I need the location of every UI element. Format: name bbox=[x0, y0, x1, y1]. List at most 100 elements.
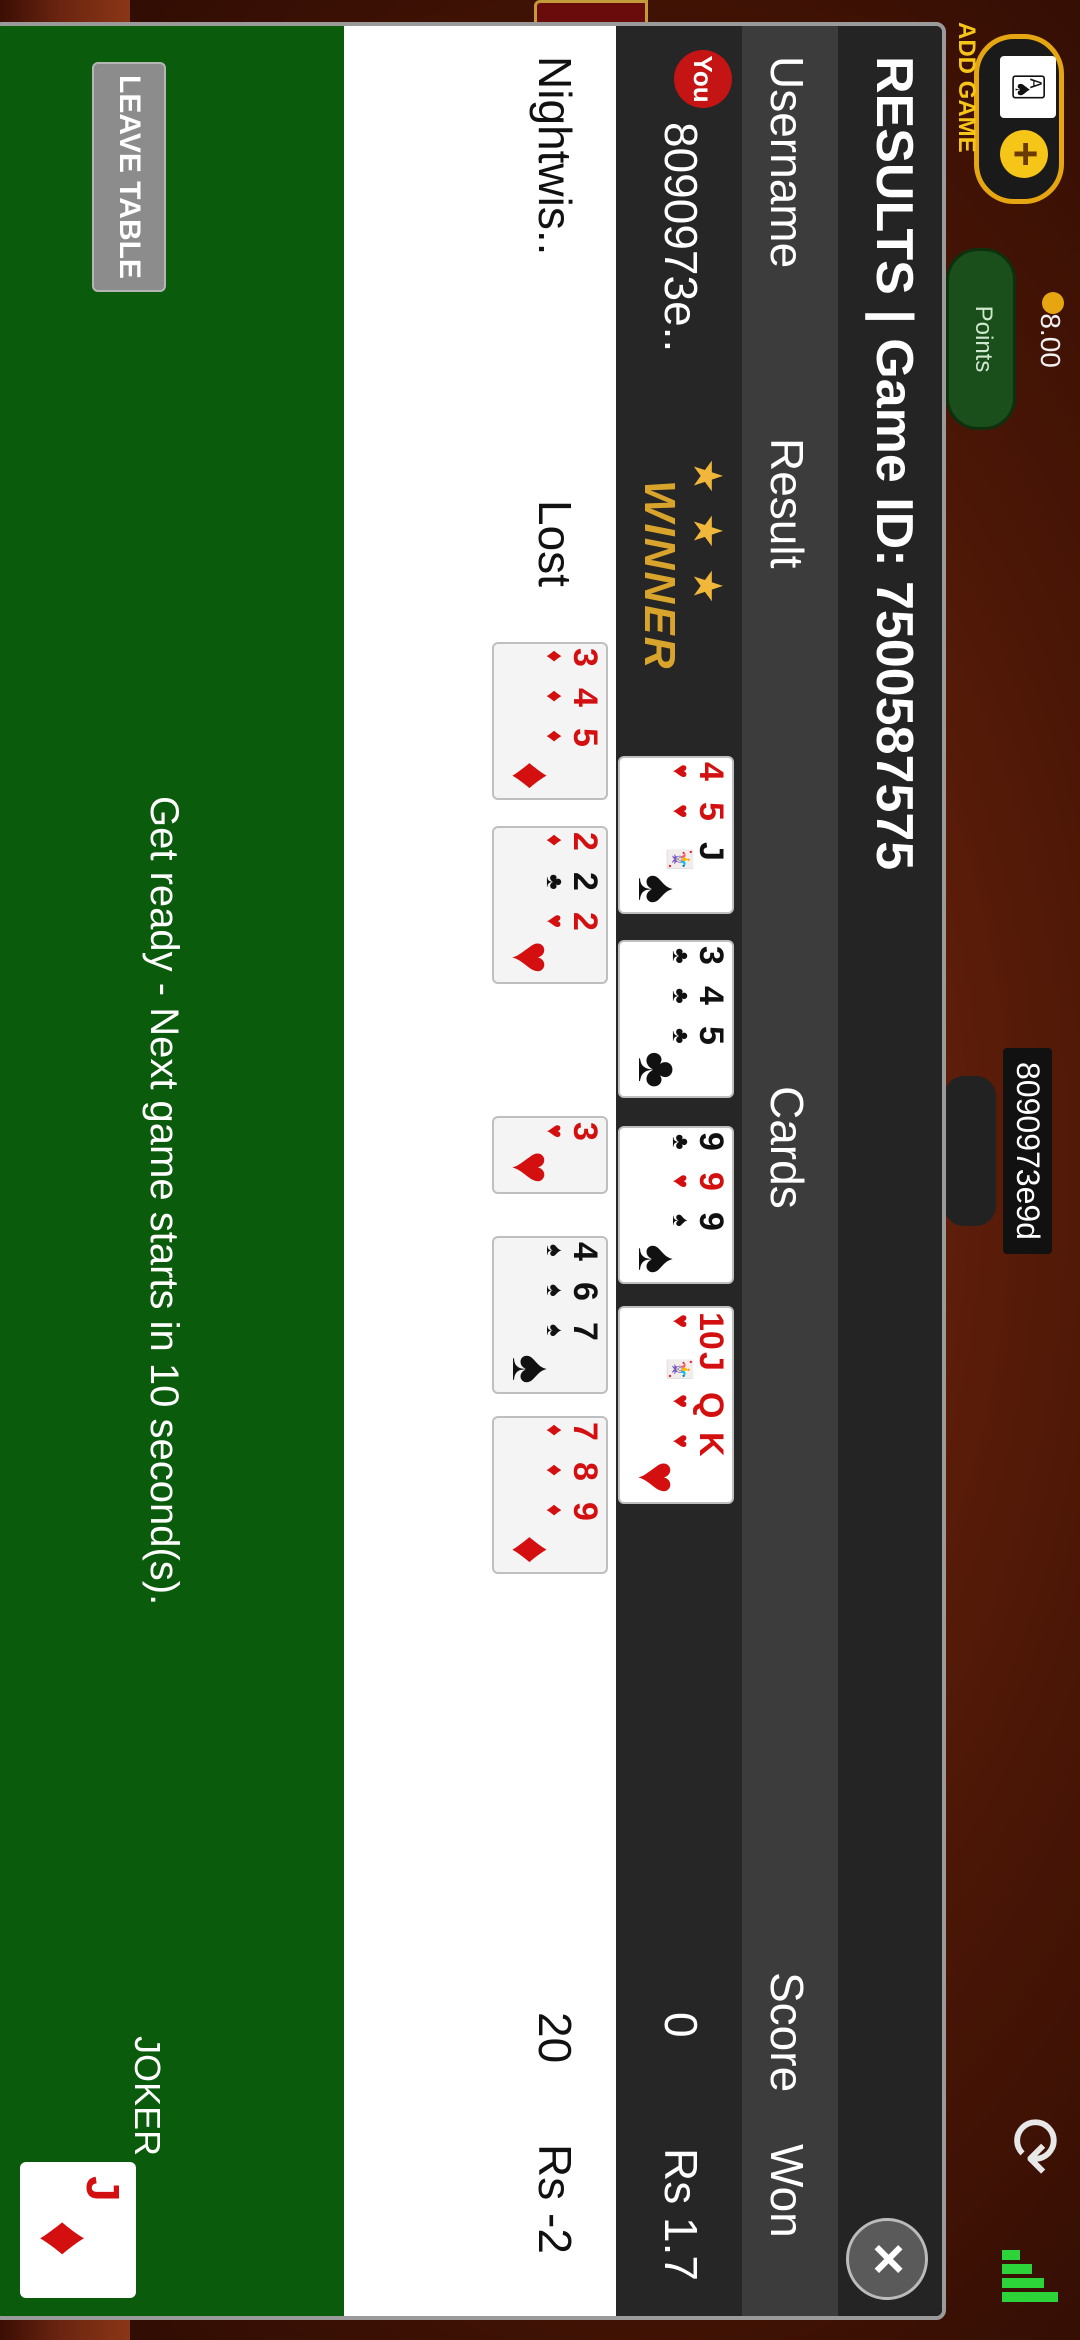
signal-bar bbox=[1002, 2264, 1032, 2274]
joker-icon: 🃏 bbox=[666, 1354, 693, 1384]
signal-strength-icon bbox=[1002, 2250, 1066, 2314]
playing-card: 5 ♥ bbox=[624, 798, 732, 834]
playing-card: 8 ♦ bbox=[498, 1458, 606, 1494]
playing-card: 4 ♠ bbox=[498, 1238, 606, 1274]
player-name-label: 8090973e9d bbox=[1003, 1048, 1052, 1254]
suit-icon: ♦ bbox=[501, 761, 564, 790]
joker-rank: J bbox=[77, 2176, 129, 2202]
results-header-row: Username Result Cards Score Won bbox=[742, 26, 838, 2316]
playing-card: 2 ♣ bbox=[498, 868, 606, 904]
signal-bar bbox=[1002, 2278, 1044, 2288]
card-rank: 9 bbox=[692, 1172, 730, 1191]
playing-card: 2 ♥ bbox=[498, 908, 606, 944]
suit-icon: ♣ bbox=[667, 1134, 694, 1150]
card-rank: 2 bbox=[566, 832, 604, 851]
plus-icon: + bbox=[1000, 130, 1050, 178]
leave-table-button[interactable]: LEAVE TABLE bbox=[92, 62, 166, 292]
player-avatar bbox=[944, 1076, 996, 1226]
playing-card: 6 ♠ bbox=[498, 1278, 606, 1314]
suit-icon: ♦ bbox=[541, 1504, 568, 1517]
joker-card: J ♦ bbox=[20, 2162, 136, 2298]
suit-icon: ♥ bbox=[541, 1124, 568, 1139]
card-rank: K bbox=[692, 1432, 730, 1457]
suit-icon: ♠ bbox=[541, 1244, 568, 1257]
col-username: Username bbox=[761, 56, 813, 269]
row-score: 20 bbox=[529, 2012, 581, 2064]
card-rank: 5 bbox=[692, 802, 730, 821]
card-rank: 8 bbox=[566, 1462, 604, 1481]
add-game-button[interactable]: 🂡 + bbox=[974, 34, 1072, 214]
row-score: 0 bbox=[655, 2012, 707, 2038]
card-rank: 3 bbox=[566, 1122, 604, 1141]
playing-card: 9 ♦ bbox=[498, 1498, 606, 1534]
close-icon[interactable]: × bbox=[846, 2218, 928, 2300]
playing-card: J 🃏 bbox=[624, 838, 732, 874]
signal-bar bbox=[1002, 2292, 1058, 2302]
table-row: You 809097​3e.. ★ ★ ★ WINNER 4 ♥ 5 ♥ J 🃏 ♠ 3 ♣ 4 ♣… bbox=[616, 26, 742, 2316]
points-toggle[interactable]: Points bbox=[946, 248, 1016, 430]
row-username: 809097​3e.. bbox=[655, 122, 707, 353]
suit-icon: ♥ bbox=[501, 1150, 564, 1184]
suit-icon: ♥ bbox=[501, 940, 564, 974]
suit-icon: ♥ bbox=[667, 1314, 694, 1329]
you-badge: You bbox=[674, 50, 732, 108]
results-footer: LEAVE TABLE Get ready - Next game starts… bbox=[0, 26, 344, 2316]
card-rank: 10 bbox=[692, 1312, 730, 1350]
playing-card: K ♥ bbox=[624, 1428, 732, 1464]
suit-icon: ♦ bbox=[541, 1464, 568, 1477]
refresh-icon[interactable]: ⟳ bbox=[995, 2110, 1073, 2182]
stars-icon: ★ ★ ★ bbox=[685, 458, 729, 608]
card-rank: 9 bbox=[566, 1502, 604, 1521]
suit-icon: ♦ bbox=[541, 730, 568, 743]
playing-card: 3 ♦ bbox=[498, 644, 606, 680]
row-username: Nightwis.. bbox=[529, 56, 581, 256]
game-stage: 🂡 + ADD GAME 8.00 Points 8090973e9d ⟳ Li… bbox=[0, 0, 1080, 2340]
suit-icon: ♣ bbox=[667, 948, 694, 964]
card-group: 7 ♦ 8 ♦ 9 ♦ ♦ bbox=[492, 1416, 608, 1574]
card-rank: 7 bbox=[566, 1322, 604, 1341]
suit-icon: ♦ bbox=[541, 690, 568, 703]
suit-icon: ♥ bbox=[541, 914, 568, 929]
results-blank-area bbox=[344, 26, 488, 2316]
col-result: Result bbox=[761, 438, 813, 569]
suit-icon: ♠ bbox=[667, 1214, 694, 1227]
card-rank: 4 bbox=[692, 986, 730, 1005]
balance-value: 8.00 bbox=[1034, 290, 1066, 368]
playing-card: 7 ♦ bbox=[498, 1418, 606, 1454]
col-won: Won bbox=[761, 2144, 813, 2238]
playing-card: 4 ♣ bbox=[624, 982, 732, 1018]
card-rank: 7 bbox=[566, 1422, 604, 1441]
playing-card: 4 ♥ bbox=[624, 758, 732, 794]
suit-icon: ♥ bbox=[627, 1460, 690, 1494]
col-cards: Cards bbox=[761, 1086, 813, 1209]
suit-icon: ♥ bbox=[667, 804, 694, 819]
playing-card: Q ♥ bbox=[624, 1388, 732, 1424]
suit-icon: ♣ bbox=[667, 1028, 694, 1044]
results-title: RESULTS | Game ID: 7500587575 bbox=[865, 56, 923, 871]
playing-card: 3 ♣ bbox=[624, 942, 732, 978]
card-rank: J bbox=[692, 1352, 730, 1371]
card-rank: 6 bbox=[566, 1282, 604, 1301]
suit-icon: ♥ bbox=[667, 1434, 694, 1449]
card-rank: 4 bbox=[566, 688, 604, 707]
signal-bar bbox=[1002, 2250, 1020, 2260]
card-rank: 4 bbox=[566, 1242, 604, 1261]
card-rank: 2 bbox=[566, 872, 604, 891]
suit-icon: ♦ bbox=[541, 650, 568, 663]
balance-amount: 8.00 bbox=[1035, 313, 1066, 368]
suit-icon: ♦ bbox=[501, 1535, 564, 1564]
next-game-countdown: Get ready - Next game starts in 10 secon… bbox=[142, 796, 186, 1606]
suit-icon: ♣ bbox=[541, 874, 568, 890]
card-rank: 4 bbox=[692, 762, 730, 781]
card-rank: 2 bbox=[566, 912, 604, 931]
suit-icon: ♠ bbox=[501, 1354, 564, 1384]
playing-card: 9 ♠ bbox=[624, 1208, 732, 1244]
card-rank: 9 bbox=[692, 1212, 730, 1231]
card-group: 9 ♣ 9 ♥ 9 ♠ ♠ bbox=[618, 1126, 734, 1284]
suit-icon: ♠ bbox=[541, 1284, 568, 1297]
joker-icon: 🃏 bbox=[666, 844, 693, 874]
suit-icon: ♦ bbox=[541, 1424, 568, 1437]
playing-card: 7 ♠ bbox=[498, 1318, 606, 1354]
winner-badge: ★ ★ ★ WINNER bbox=[630, 458, 730, 670]
card-rank: 5 bbox=[566, 728, 604, 747]
